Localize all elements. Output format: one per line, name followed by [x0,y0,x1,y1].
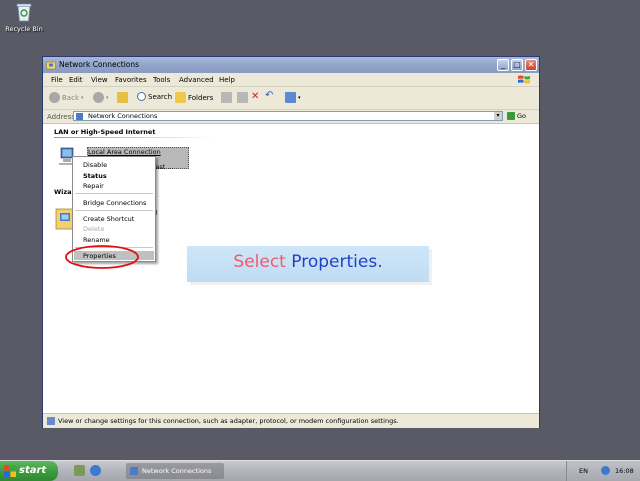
delete-x-icon: ✕ [251,91,260,102]
menu-item-rename[interactable]: Rename [83,236,110,244]
up-folder-icon [117,92,128,103]
taskbar-item-label: Network Connections [142,467,212,475]
lan-connection-name[interactable]: Local Area Connection [88,148,161,156]
move-to-button[interactable] [221,92,232,103]
copy-to-icon [237,92,248,103]
views-button[interactable]: ▾ [285,92,301,103]
menu-view[interactable]: View [91,76,108,84]
caption-target: Properties [291,252,378,272]
taskbar: start Network Connections EN 16:08 [0,460,640,481]
title-bar[interactable]: Network Connections _ □ ✕ [43,57,539,73]
highlight-ellipse [65,245,139,269]
search-icon [137,92,146,101]
menu-help[interactable]: Help [219,76,235,84]
go-arrow-icon [507,112,515,120]
window-title: Network Connections [59,60,140,69]
caption-verb: Select [233,252,292,272]
instruction-caption: Select Properties. [187,246,429,282]
up-folder-button[interactable] [117,92,128,103]
network-folder-icon [46,61,56,70]
back-arrow-icon [49,92,60,103]
undo-button[interactable]: ↶ [265,90,273,101]
menu-advanced[interactable]: Advanced [179,76,214,84]
start-label: start [19,465,47,476]
search-label: Search [148,92,173,101]
network-connections-icon [76,113,83,120]
back-label: Back [62,93,79,102]
undo-icon: ↶ [265,90,274,101]
address-value: Network Connections [88,112,158,120]
menu-item-disable[interactable]: Disable [83,161,107,169]
menu-bar: File Edit View Favorites Tools Advanced … [43,73,539,87]
minimize-button[interactable]: _ [497,59,509,71]
folders-label: Folders [188,93,214,102]
copy-to-button[interactable] [237,92,248,103]
section-heading-lan: LAN or High-Speed Internet [54,128,156,136]
recycle-bin-icon [15,2,33,22]
maximize-button[interactable]: □ [511,59,523,71]
menu-item-delete: Delete [83,225,105,233]
forward-arrow-icon [93,92,104,103]
status-bar: View or change settings for this connect… [43,413,539,428]
address-dropdown-button[interactable]: ▾ [494,112,502,120]
delete-button[interactable]: ✕ [251,91,259,102]
tray-network-icon[interactable] [601,466,610,475]
menu-tools[interactable]: Tools [153,76,170,84]
menu-favorites[interactable]: Favorites [115,76,147,84]
recycle-bin-desktop-icon[interactable]: Recycle Bin [4,2,44,33]
clock: 16:08 [615,467,634,475]
move-to-icon [221,92,232,103]
folders-icon [175,92,186,103]
forward-button[interactable]: ▾ [93,92,109,103]
windows-logo-icon [518,75,530,84]
go-button[interactable]: Go [507,112,526,120]
back-button[interactable]: Back ▾ [49,92,84,103]
status-text: View or change settings for this connect… [58,417,399,425]
menu-separator [75,210,153,211]
language-indicator[interactable]: EN [579,467,588,475]
system-tray: EN 16:08 [566,461,640,481]
start-button[interactable]: start [0,461,58,481]
go-label: Go [517,112,527,120]
address-label: Address [47,113,75,121]
section-heading-wizard: Wiza [54,188,72,196]
folders-button[interactable]: Folders [175,92,213,103]
close-button[interactable]: ✕ [525,59,537,71]
caption-period: . [377,252,383,272]
network-connections-task-icon [130,467,138,475]
windows-flag-icon [4,465,16,477]
internet-explorer-icon[interactable] [90,465,101,476]
toolbar: Back ▾ ▾ Search Folders ✕ ↶ ▾ [43,87,539,110]
menu-separator [75,193,153,194]
menu-item-repair[interactable]: Repair [83,182,104,190]
menu-item-create-shortcut[interactable]: Create Shortcut [83,215,134,223]
status-info-icon [47,417,55,425]
views-icon [285,92,296,103]
menu-item-bridge-connections[interactable]: Bridge Connections [83,199,146,207]
section-divider [54,137,214,138]
address-bar: Address Network Connections ▾ Go [43,110,539,124]
taskbar-item-network-connections[interactable]: Network Connections [126,463,224,479]
menu-edit[interactable]: Edit [69,76,83,84]
menu-file[interactable]: File [51,76,63,84]
show-desktop-icon[interactable] [74,465,85,476]
menu-item-status[interactable]: Status [83,172,107,180]
recycle-bin-label: Recycle Bin [5,25,43,33]
address-input[interactable]: Network Connections ▾ [73,111,503,121]
search-button[interactable]: Search [137,92,172,101]
